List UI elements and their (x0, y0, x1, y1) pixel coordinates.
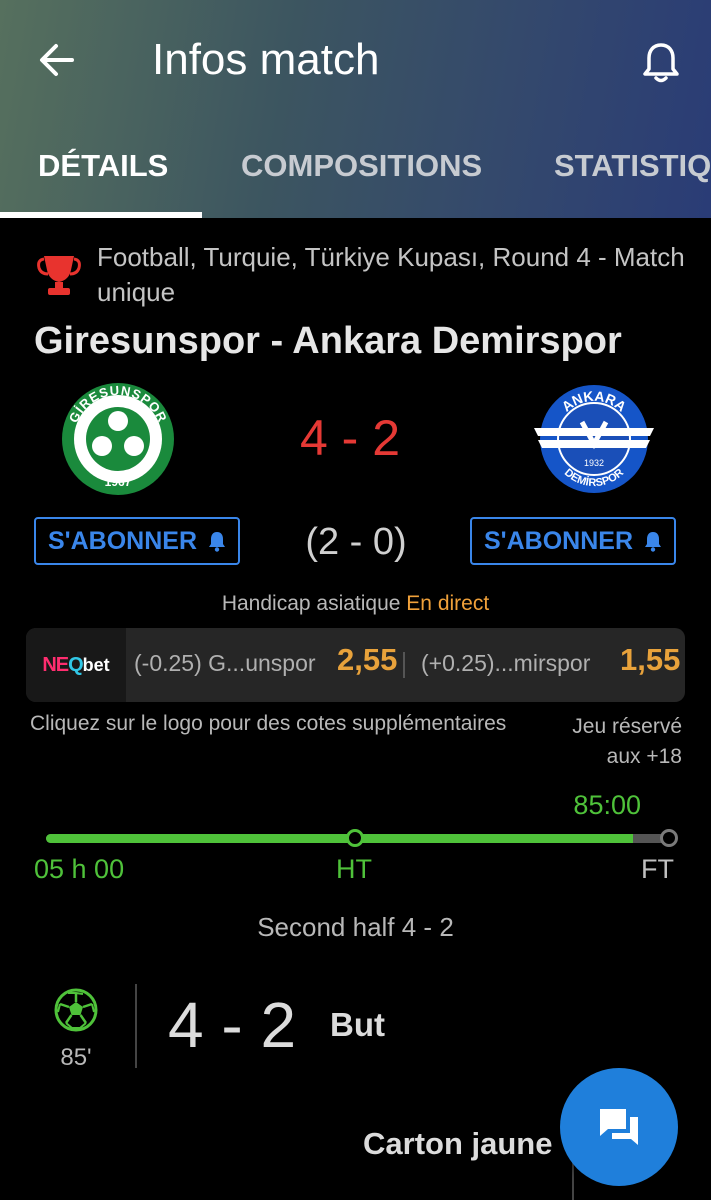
period-header: Second half 4 - 2 (257, 912, 454, 942)
age-restriction-note: Jeu réservé aux +18 (572, 715, 682, 768)
home-odd-value[interactable]: 2,55 (337, 642, 397, 678)
event-score: 4 - 2 (168, 989, 297, 1061)
bell-icon (643, 43, 679, 83)
tab-details[interactable]: DÉTAILS (38, 146, 168, 186)
bell-icon (645, 532, 662, 552)
odds-divider (403, 652, 405, 678)
fulltime-label: FT (641, 854, 674, 884)
match-progress-fill (46, 834, 633, 843)
event-minute: 85' (60, 1044, 92, 1071)
bell-icon (209, 532, 226, 552)
event-type: Carton jaune (363, 1126, 553, 1161)
home-logo-year: 1967 (105, 475, 132, 489)
notifications-button[interactable] (636, 38, 686, 88)
subscribe-label: S'ABONNER (48, 526, 198, 555)
arrow-left-icon (40, 44, 74, 76)
tab-compositions[interactable]: COMPOSITIONS (241, 146, 482, 186)
competition-info: Football, Turquie, Türkiye Kupası, Round… (97, 242, 685, 307)
away-odd-label: (+0.25)...mirspor (421, 650, 591, 676)
halftime-label: HT (336, 854, 372, 884)
odds-panel: NEQ bet (-0.25) G...unspor 2,55 (+0.25)..… (26, 628, 685, 702)
event-type: But (330, 1006, 385, 1043)
current-minute: 85:00 (573, 790, 641, 820)
halftime-marker (346, 829, 364, 847)
subscribe-label: S'ABONNER (484, 526, 634, 555)
football-icon (54, 988, 98, 1032)
chat-button[interactable] (560, 1068, 678, 1186)
away-odd-value[interactable]: 1,55 (620, 642, 680, 678)
odds-note: Cliquez sur le logo pour des cotes suppl… (30, 712, 507, 735)
halftime-score: (2 - 0) (305, 521, 407, 563)
odds-market-label: Handicap asiatique (221, 592, 401, 615)
chat-icon (600, 1109, 638, 1145)
home-odd-label: (-0.25) G...unspor (134, 650, 316, 676)
cup-icon (37, 256, 81, 295)
back-button[interactable] (32, 38, 86, 82)
event-divider (572, 1162, 574, 1200)
away-logo-year: 1932 (584, 458, 604, 468)
match-score: 4 - 2 (299, 410, 401, 466)
subscribe-home-button[interactable]: S'ABONNER (34, 517, 240, 565)
subscribe-away-button[interactable]: S'ABONNER (470, 517, 676, 565)
match-title: Giresunspor - Ankara Demirspor (34, 320, 622, 362)
app-header: Infos match DÉTAILS COMPOSITIONS STATIST… (0, 0, 711, 218)
live-label: En direct (406, 592, 490, 615)
tab-statistics[interactable]: STATISTIQ (554, 146, 711, 186)
odds-market-line: Handicap asiatique En direct (0, 592, 711, 616)
bookmaker-logo[interactable]: NEQ bet (26, 628, 126, 702)
active-tab-indicator (0, 212, 202, 218)
away-team-logo[interactable]: ANKARA DEMİRSPOR 1932 (534, 384, 654, 494)
kickoff-time: 05 h 00 (34, 854, 125, 884)
page-title: Infos match (152, 35, 380, 84)
fulltime-marker (660, 829, 678, 847)
event-divider (135, 984, 137, 1068)
home-team-logo[interactable]: GİRESUNSPOR 1967 (58, 382, 178, 496)
